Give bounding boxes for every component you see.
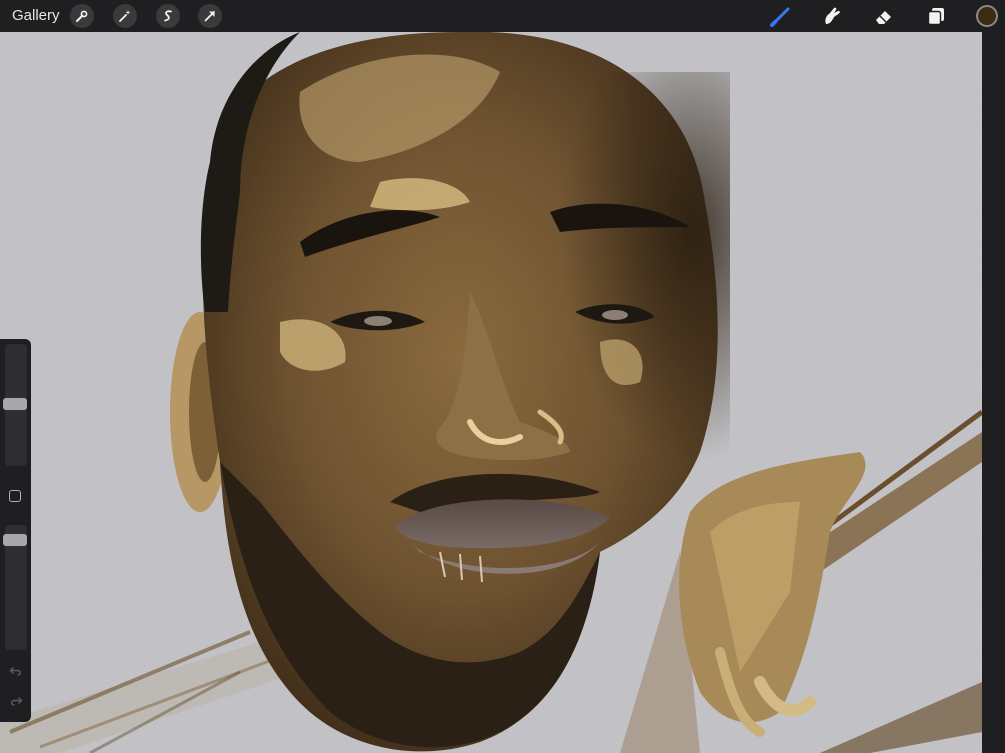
- opacity-thumb[interactable]: [3, 534, 27, 546]
- side-bar: [0, 339, 31, 722]
- color-swatch[interactable]: [976, 5, 998, 27]
- lasso-s-icon: [164, 10, 172, 22]
- opacity-slider[interactable]: [3, 525, 27, 650]
- eraser-tool-button[interactable]: [872, 4, 896, 28]
- layers-icon: [927, 8, 944, 26]
- canvas-right-edge: [982, 32, 1005, 753]
- gallery-button[interactable]: Gallery: [12, 7, 60, 24]
- drawing-canvas[interactable]: [0, 32, 982, 753]
- redo-icon: [11, 697, 23, 706]
- undo-button[interactable]: [8, 664, 24, 680]
- magic-wand-icon: [119, 10, 131, 22]
- smudge-finger-icon: [825, 7, 840, 25]
- top-toolbar: Gallery: [0, 0, 1005, 32]
- modify-button[interactable]: [9, 490, 21, 502]
- adjustments-button[interactable]: [113, 4, 137, 28]
- arrow-cursor-icon: [204, 11, 215, 22]
- transform-button[interactable]: [198, 4, 222, 28]
- undo-icon: [9, 667, 21, 676]
- brush-size-slider[interactable]: [3, 344, 27, 466]
- redo-button[interactable]: [8, 694, 24, 710]
- brush-icon: [770, 7, 790, 27]
- eraser-icon: [876, 11, 891, 24]
- selection-button[interactable]: [156, 4, 180, 28]
- portrait-painting: [0, 32, 982, 753]
- brush-tool-button[interactable]: [769, 4, 793, 28]
- wrench-icon: [76, 10, 88, 22]
- smudge-tool-button[interactable]: [820, 4, 844, 28]
- layers-button[interactable]: [924, 4, 948, 28]
- actions-button[interactable]: [70, 4, 94, 28]
- brush-size-thumb[interactable]: [3, 398, 27, 410]
